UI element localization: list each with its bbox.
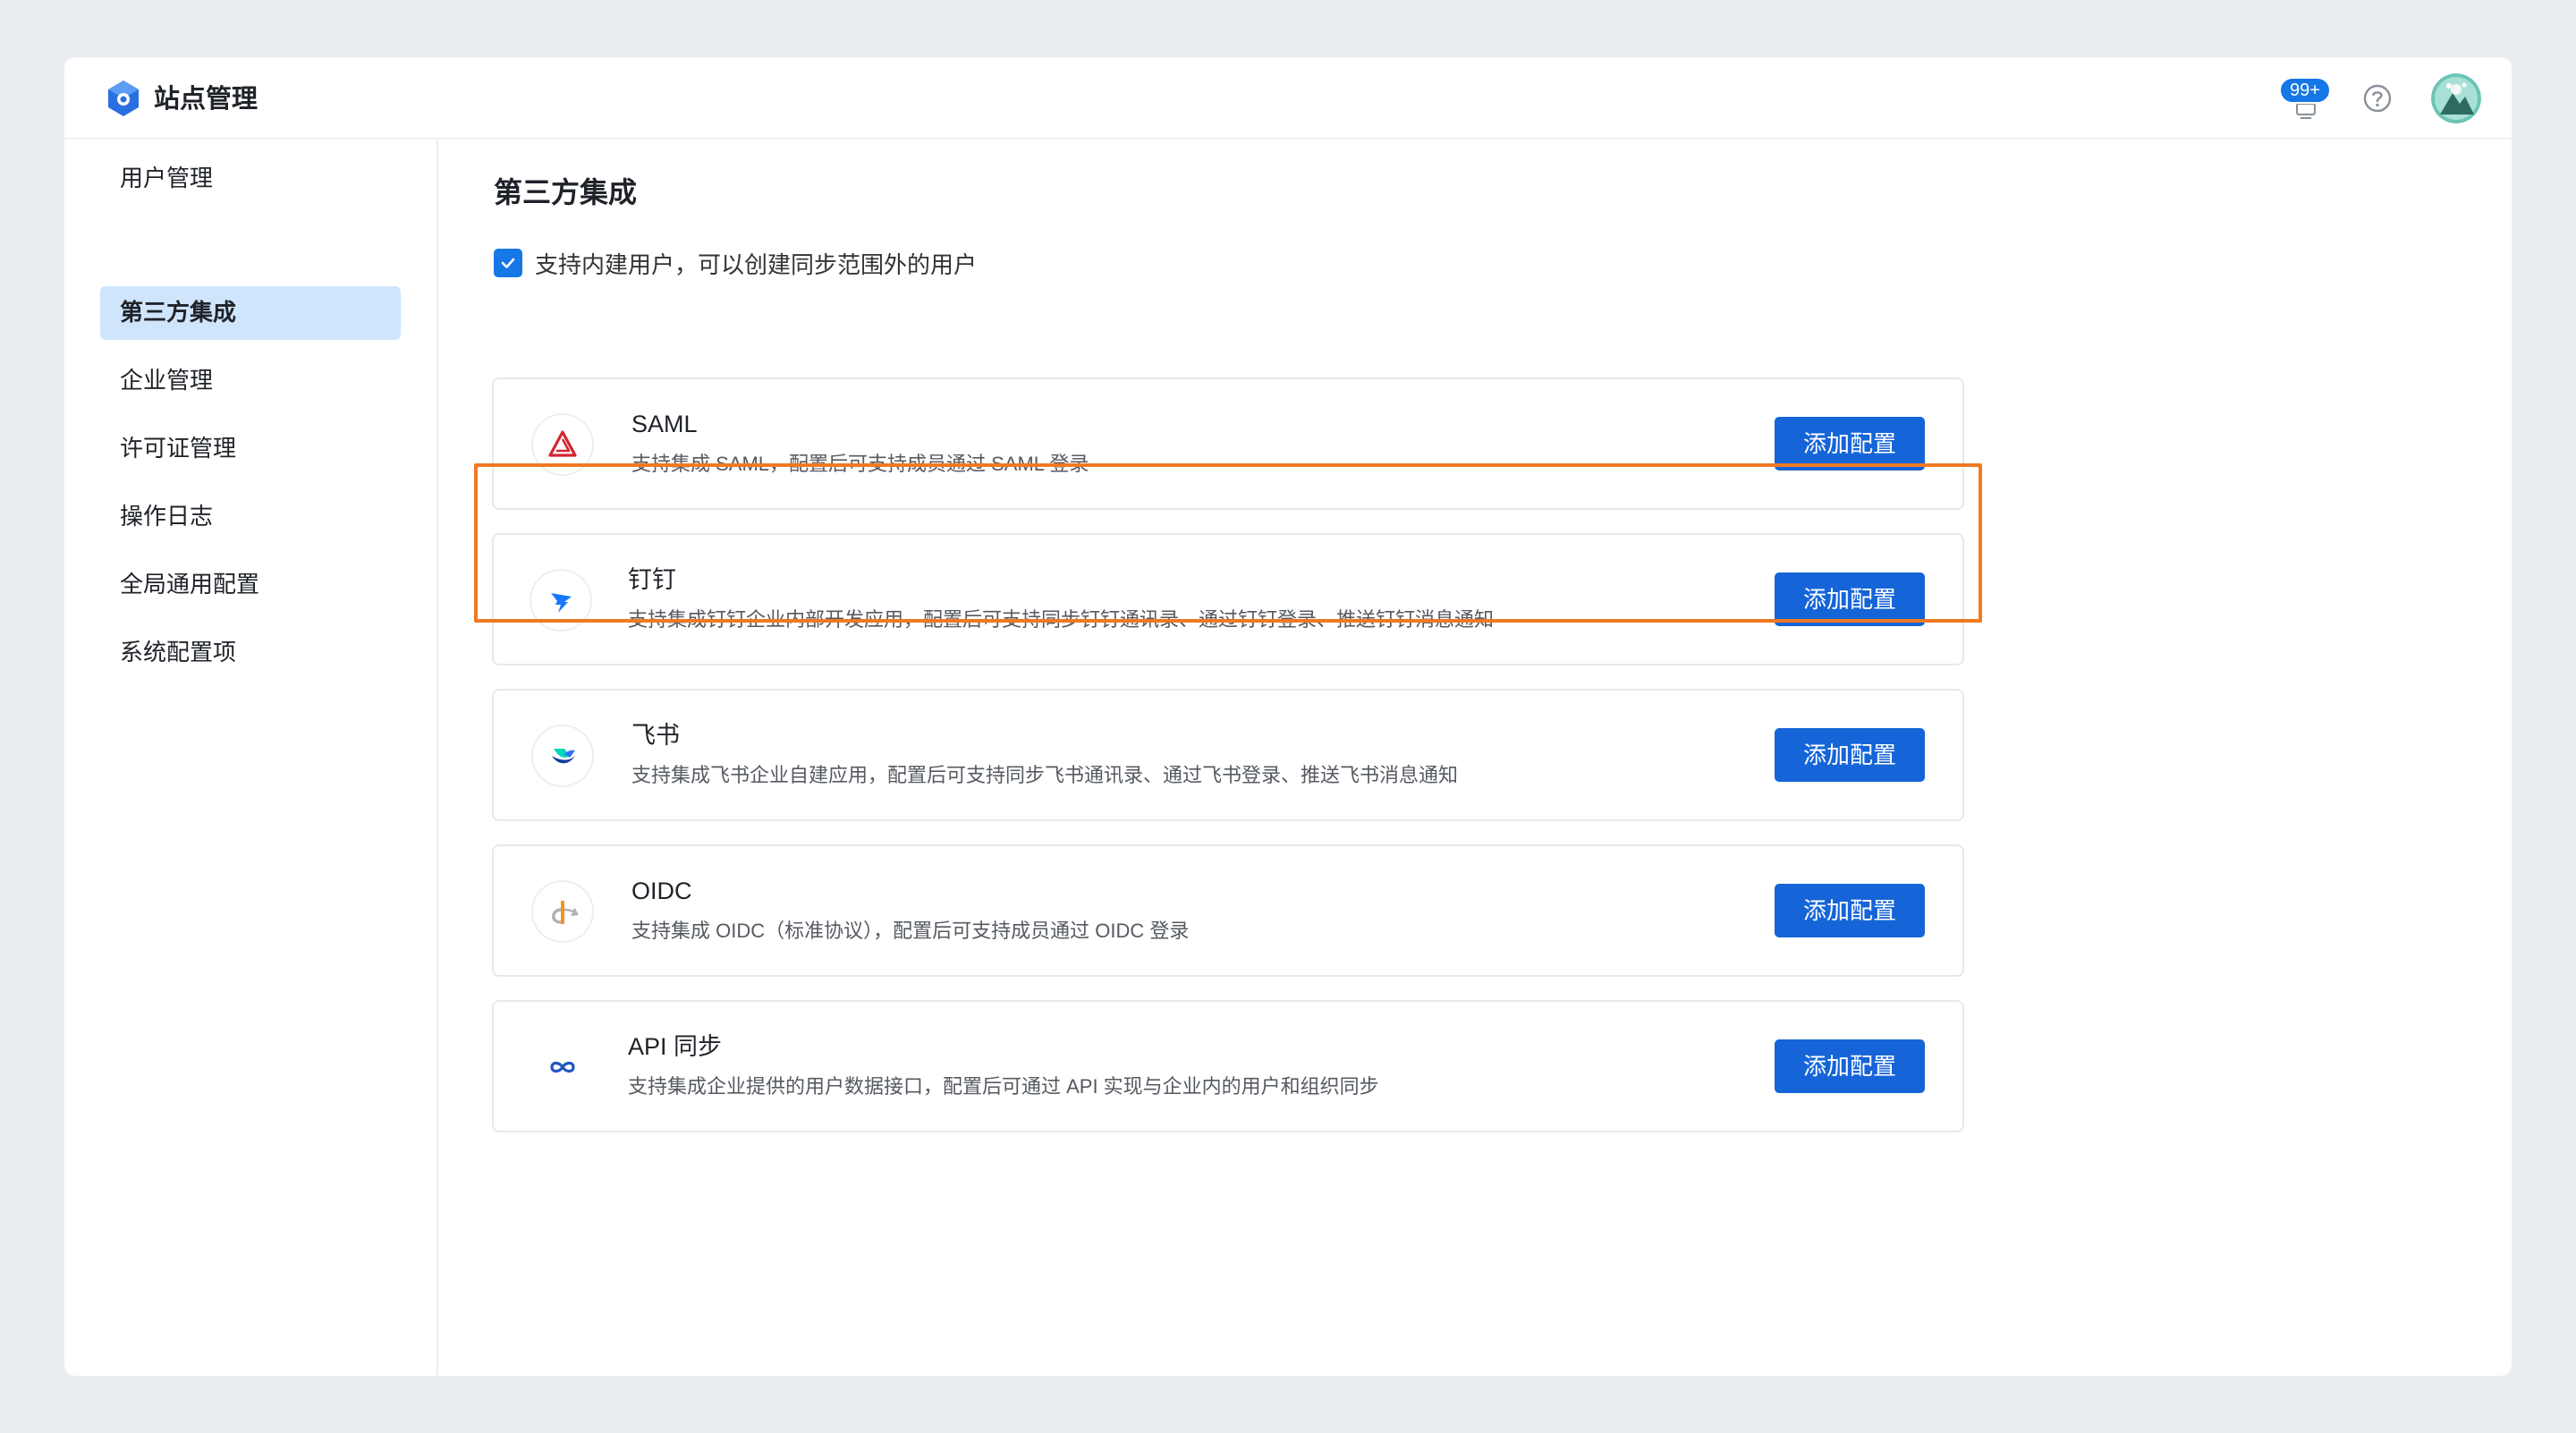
- integration-title: SAML: [631, 411, 698, 437]
- integration-card-dingtalk: 钉钉 支持集成钉钉企业内部开发应用，配置后可支持同步钉钉通讯录、通过钉钉登录、推…: [492, 533, 1964, 666]
- sidebar-item-label: 全局通用配置: [120, 572, 260, 598]
- add-config-button-oidc[interactable]: 添加配置: [1775, 884, 1925, 937]
- add-config-button-saml[interactable]: 添加配置: [1775, 417, 1925, 471]
- sidebar-item-label: 系统配置项: [120, 640, 237, 666]
- feishu-icon: [531, 725, 594, 787]
- add-config-button-dingtalk[interactable]: 添加配置: [1775, 572, 1925, 626]
- integration-description: 支持集成钉钉企业内部开发应用，配置后可支持同步钉钉通讯录、通过钉钉登录、推送钉钉…: [628, 608, 1495, 631]
- builtin-user-option[interactable]: 支持内建用户，可以创建同步范围外的用户: [494, 245, 977, 281]
- integration-card-oidc: OIDC 支持集成 OIDC（标准协议），配置后可支持成员通过 OIDC 登录 …: [492, 844, 1964, 977]
- sidebar-item-label: 许可证管理: [120, 436, 237, 462]
- dingtalk-icon: [530, 569, 592, 632]
- integration-title: 钉钉: [628, 566, 676, 593]
- sidebar-item-system-config[interactable]: 系统配置项: [100, 626, 401, 680]
- integration-description: 支持集成飞书企业自建应用，配置后可支持同步飞书通讯录、通过飞书登录、推送飞书消息…: [631, 764, 1459, 786]
- oidc-icon: [531, 880, 594, 943]
- sidebar-item-global-config[interactable]: 全局通用配置: [100, 558, 401, 612]
- sidebar: 用户管理 第三方集成 企业管理 许可证管理 操作日志 全局通用配置 系统配置项: [64, 140, 438, 1376]
- infinity-icon: [531, 1036, 594, 1098]
- integration-title: API 同步: [628, 1033, 723, 1060]
- page-title: 第三方集成: [494, 175, 638, 209]
- integration-title: OIDC: [631, 878, 692, 904]
- integration-description: 支持集成企业提供的用户数据接口，配置后可通过 API 实现与企业内的用户和组织同…: [628, 1075, 1379, 1098]
- notification-button[interactable]: 99+: [2279, 77, 2333, 127]
- sidebar-item-label: 企业管理: [120, 368, 214, 394]
- add-config-button-api-sync[interactable]: 添加配置: [1775, 1039, 1925, 1093]
- integration-description: 支持集成 OIDC（标准协议），配置后可支持成员通过 OIDC 登录: [631, 920, 1190, 942]
- sidebar-item-license-management[interactable]: 许可证管理: [100, 422, 401, 476]
- integration-title: 飞书: [631, 722, 680, 749]
- integration-card-saml: SAML 支持集成 SAML，配置后可支持成员通过 SAML 登录 添加配置: [492, 377, 1964, 510]
- question-circle-icon[interactable]: [2361, 82, 2394, 114]
- builtin-user-checkbox[interactable]: [494, 249, 522, 277]
- integration-card-feishu: 飞书 支持集成飞书企业自建应用，配置后可支持同步飞书通讯录、通过飞书登录、推送飞…: [492, 689, 1964, 821]
- add-config-button-feishu[interactable]: 添加配置: [1775, 728, 1925, 782]
- sidebar-item-user-management[interactable]: 用户管理: [100, 152, 401, 206]
- saml-icon: [531, 413, 594, 476]
- hexagon-logo-icon[interactable]: [102, 77, 145, 120]
- app-window: 站点管理 99+ 用户管理 第三方集成 企业管理 许可证管理 操作日志 全局通用…: [64, 57, 2512, 1376]
- top-header: 站点管理 99+: [64, 57, 2512, 140]
- app-title: 站点管理: [154, 83, 258, 114]
- integration-card-api-sync: API 同步 支持集成企业提供的用户数据接口，配置后可通过 API 实现与企业内…: [492, 1000, 1964, 1132]
- main-content: 第三方集成 支持内建用户，可以创建同步范围外的用户 SAML 支持集成 SAML…: [438, 140, 2512, 1376]
- sidebar-item-label: 第三方集成: [120, 300, 237, 326]
- sidebar-item-third-party-integration[interactable]: 第三方集成: [100, 286, 401, 340]
- sidebar-item-operation-log[interactable]: 操作日志: [100, 490, 401, 544]
- check-icon: [501, 258, 515, 268]
- notification-badge: 99+: [2279, 77, 2331, 104]
- sidebar-item-enterprise-management[interactable]: 企业管理: [100, 354, 401, 408]
- user-avatar[interactable]: [2431, 73, 2481, 123]
- integration-description: 支持集成 SAML，配置后可支持成员通过 SAML 登录: [631, 453, 1089, 475]
- sidebar-item-label: 操作日志: [120, 504, 214, 530]
- builtin-user-checkbox-label: 支持内建用户，可以创建同步范围外的用户: [535, 251, 978, 279]
- sidebar-item-label: 用户管理: [120, 165, 214, 192]
